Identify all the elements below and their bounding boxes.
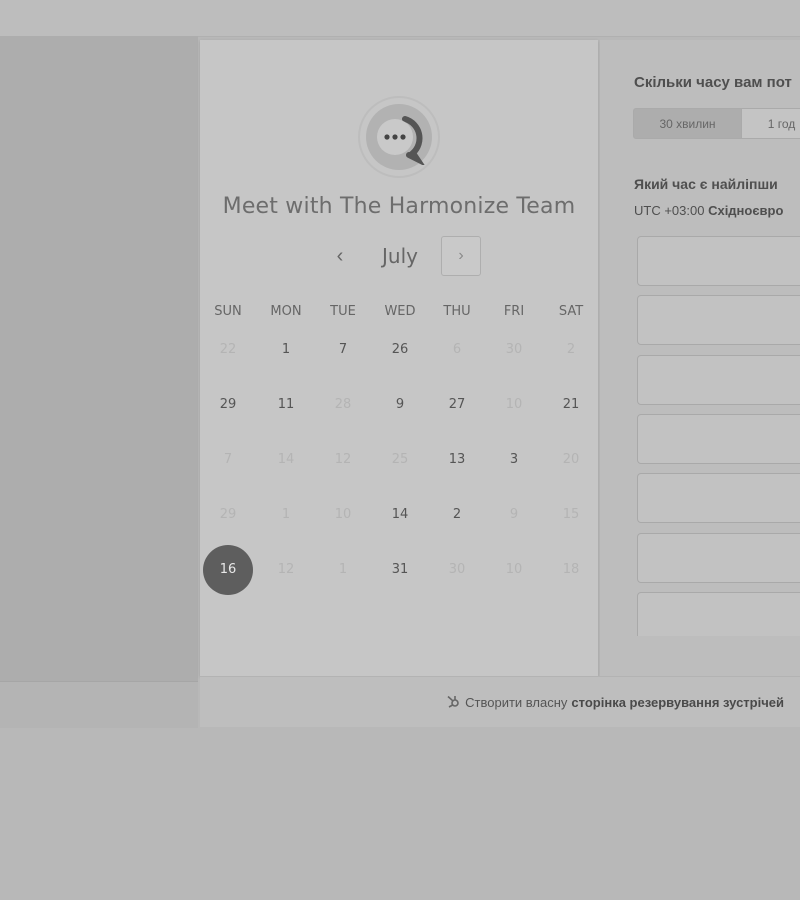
calendar-day[interactable]: 9 <box>375 380 425 430</box>
chat-bubble-icon <box>366 104 432 170</box>
weekday-thu: THU <box>443 304 471 319</box>
avatar <box>358 96 440 178</box>
calendar-day-selected[interactable]: 16 <box>203 545 253 595</box>
duration-question: Скільки часу вам пот <box>634 74 792 91</box>
calendar-day[interactable]: 7 <box>318 325 368 375</box>
time-slot[interactable]: 8:00 <box>637 295 800 346</box>
calendar-day: 15 <box>562 507 580 522</box>
calendar-day: 18 <box>562 562 580 577</box>
timezone-name: Східноєвро <box>708 203 784 218</box>
footer-prefix: Створити власну <box>465 694 568 710</box>
time-slot-label: 10:30 <box>763 593 800 636</box>
calendar-day: 29 <box>219 507 237 522</box>
meeting-title: Meet with The Harmonize Team <box>222 194 576 219</box>
calendar-day: 10 <box>505 562 523 577</box>
weekday-fri: FRI <box>503 304 525 319</box>
calendar-day: 30 <box>448 562 466 577</box>
time-slot[interactable]: 7:30 <box>637 236 800 286</box>
calendar-day[interactable]: 27 <box>432 380 482 430</box>
calendar-day: 1 <box>338 562 348 577</box>
calendar-day[interactable]: 1 <box>261 325 311 375</box>
calendar-day: 22 <box>219 342 237 357</box>
weekday-sun: SUN <box>214 304 242 319</box>
calendar-day: 9 <box>509 507 519 522</box>
calendar-day: 28 <box>334 397 352 412</box>
next-month-button[interactable]: › <box>441 236 481 276</box>
weekday-tue: TUE <box>330 304 356 319</box>
duration-option-60[interactable]: 1 год <box>742 108 800 139</box>
weekday-header: SUN MON TUE WED THU FRI SAT <box>200 304 598 324</box>
time-slot[interactable]: 9:00 <box>637 413 800 464</box>
time-slot[interactable]: 10:30 <box>637 591 800 636</box>
calendar-day[interactable]: 3 <box>489 435 539 485</box>
calendar-day: 14 <box>277 452 295 467</box>
duration-selector: 30 хвилин 1 год <box>633 108 800 141</box>
footer: Створити власну сторінка резервування зу… <box>200 676 800 727</box>
calendar-day: 7 <box>223 452 233 467</box>
time-question: Який час є найліпши <box>634 176 778 192</box>
time-slot[interactable]: 10:00 <box>637 532 800 583</box>
calendar-day: 2 <box>566 342 576 357</box>
calendar-day[interactable]: 21 <box>546 380 596 430</box>
calendar-day: 6 <box>452 342 462 357</box>
time-slot-label: 8:30 <box>763 356 800 404</box>
footer-link[interactable]: сторінка резервування зустрічей <box>571 695 784 710</box>
hubspot-sprocket-icon <box>445 693 461 712</box>
time-slot-label: 10:00 <box>763 534 800 582</box>
month-navigation: ‹ July › <box>200 236 598 276</box>
calendar-day: 1 <box>281 507 291 522</box>
calendar-day[interactable]: 13 <box>432 435 482 485</box>
calendar-day[interactable]: 14 <box>375 490 425 540</box>
time-slot[interactable]: 9:30 <box>637 473 800 524</box>
calendar-day[interactable]: 31 <box>375 545 425 595</box>
calendar-day: 25 <box>391 452 409 467</box>
timezone-offset: UTC +03:00 <box>634 203 709 218</box>
background-left <box>0 36 198 681</box>
calendar-day: 10 <box>334 507 352 522</box>
weekday-wed: WED <box>384 304 416 319</box>
booking-panel: Скільки часу вам пот 30 хвилин 1 год Яки… <box>600 40 800 676</box>
timezone-label: UTC +03:00 Східноєвро <box>634 203 783 218</box>
calendar-day[interactable]: 2 <box>432 490 482 540</box>
time-slot[interactable]: 8:30 <box>637 354 800 405</box>
prev-month-button[interactable]: ‹ <box>326 242 354 270</box>
calendar-day[interactable]: 26 <box>375 325 425 375</box>
calendar-day: 12 <box>334 452 352 467</box>
time-slot-label: 9:00 <box>763 415 800 463</box>
time-slot-list: 7:30 8:00 8:30 9:00 9:30 10:00 10:30 <box>637 236 800 636</box>
calendar-day: 12 <box>277 562 295 577</box>
background-strip <box>0 682 198 728</box>
time-slot-label: 9:30 <box>763 474 800 522</box>
calendar-day[interactable]: 29 <box>203 380 253 430</box>
weekday-sat: SAT <box>558 304 584 319</box>
calendar-day: 30 <box>505 342 523 357</box>
calendar-day: 10 <box>505 397 523 412</box>
duration-option-30[interactable]: 30 хвилин <box>633 108 742 139</box>
calendar-day: 20 <box>562 452 580 467</box>
top-bar <box>0 0 800 37</box>
weekday-mon: MON <box>270 304 302 319</box>
calendar-panel: Meet with The Harmonize Team ‹ July › SU… <box>200 40 598 676</box>
calendar-day[interactable]: 11 <box>261 380 311 430</box>
month-label: July <box>382 244 418 268</box>
time-slot-label: 7:30 <box>763 237 800 285</box>
time-slot-label: 8:00 <box>763 296 800 344</box>
